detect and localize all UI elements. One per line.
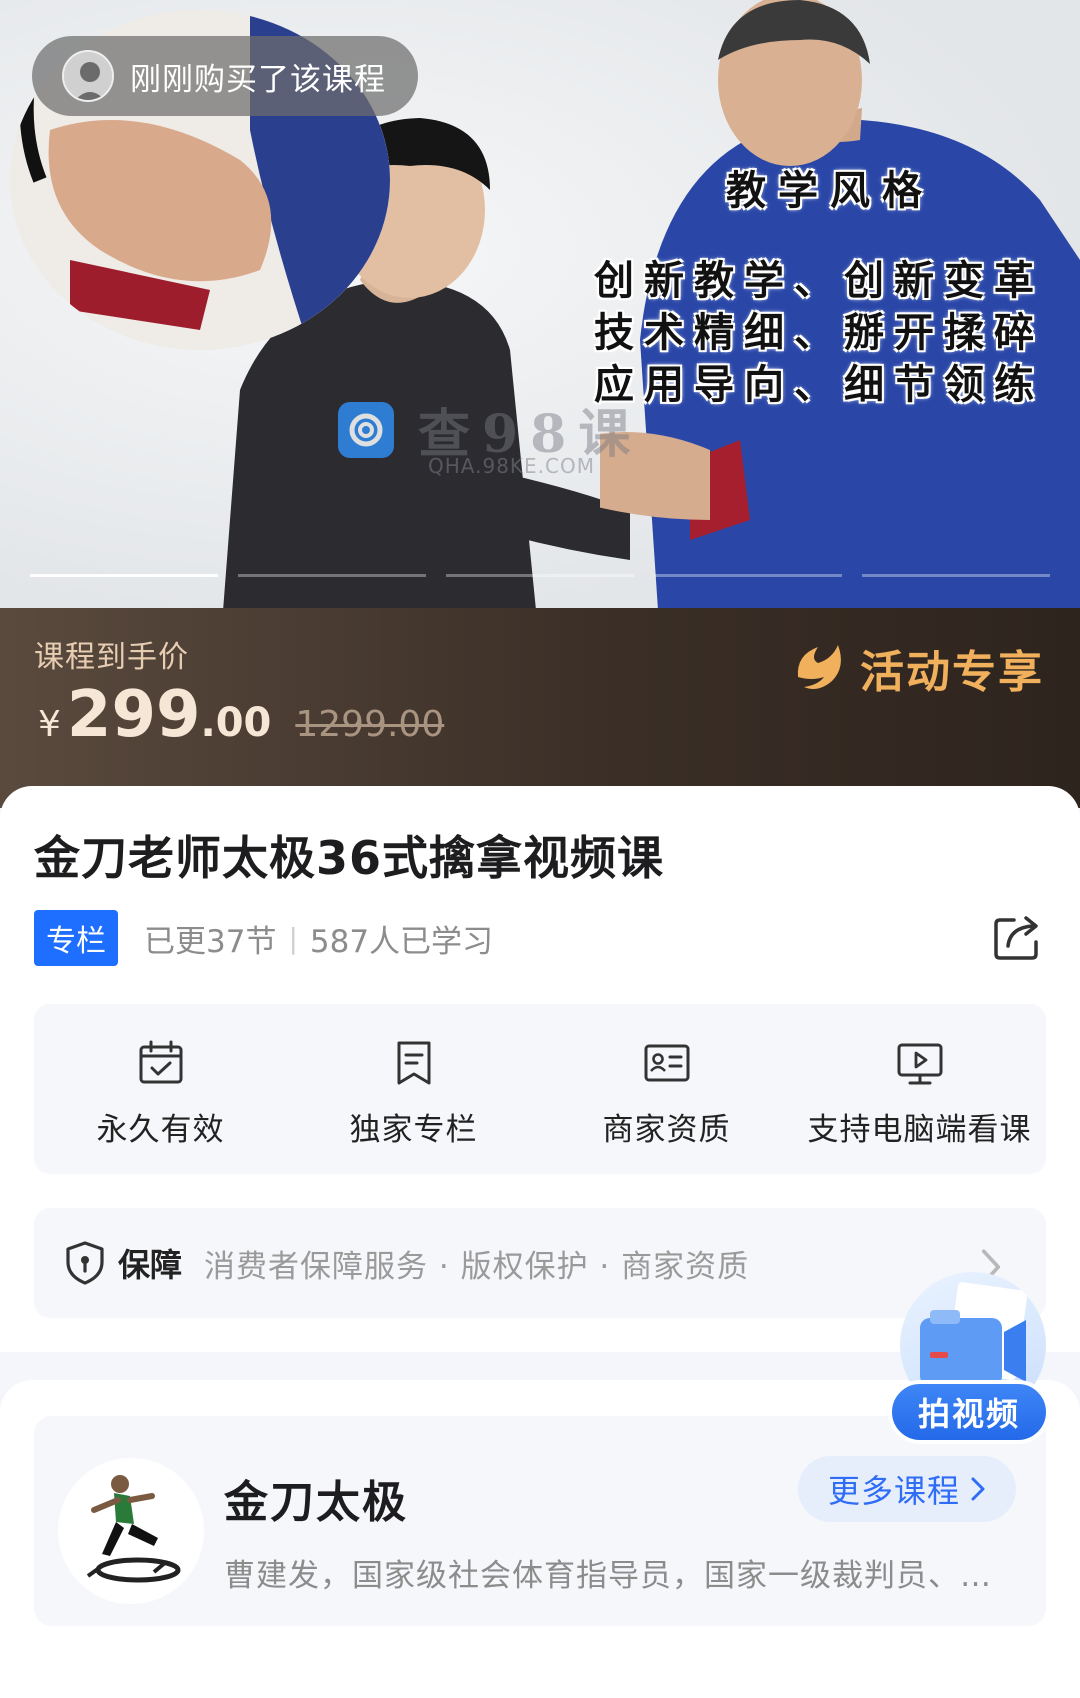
watermark-logo-icon: [338, 401, 394, 458]
id-card-icon: [644, 1044, 689, 1082]
feature-label: 支持电脑端看课: [807, 1112, 1032, 1148]
buyer-avatar: [62, 50, 114, 102]
share-icon[interactable]: [992, 910, 1044, 962]
feature-strip: 永久有效 独家专栏 商家资质 支持电脑端看课: [34, 1004, 1046, 1174]
learner-count: 587人已学习: [309, 923, 494, 960]
teaching-style-title: 教学风格: [726, 167, 934, 214]
carousel-indicator-3[interactable]: [446, 574, 634, 577]
record-video-fab[interactable]: 拍视频: [884, 1268, 1054, 1448]
price-banner: 课程到手价 ¥ 299 .00 1299.00 活动专享: [0, 608, 1080, 808]
feature-permanent[interactable]: 永久有效: [34, 1004, 287, 1174]
recent-purchase-text: 刚刚购买了该课程: [130, 61, 386, 98]
price-row: ¥ 299 .00 1299.00: [38, 678, 444, 752]
activity-badge: 活动专享: [788, 636, 1044, 700]
watermark: 查98课 QHA.98KE.COM: [338, 392, 642, 478]
calendar-check-icon: [139, 1040, 182, 1084]
price-integer: 299: [66, 678, 201, 752]
price-label: 课程到手价: [34, 640, 189, 675]
course-title: 金刀老师太极36式擒拿视频课: [34, 831, 665, 885]
feature-label: 永久有效: [96, 1112, 225, 1148]
update-count: 已更37节: [144, 923, 277, 960]
course-meta-row: 专栏 已更37节 | 587人已学习: [34, 910, 493, 966]
carousel-indicator-2[interactable]: [238, 574, 426, 577]
shop-name[interactable]: 金刀太极: [224, 1466, 408, 1530]
carousel-indicators: [30, 574, 1050, 577]
price-decimal: .00: [200, 700, 272, 746]
guarantee-items: 消费者保障服务 · 版权保护 · 商家资质: [204, 1248, 750, 1285]
activity-label: 活动专享: [860, 647, 1044, 698]
watermark-url: QHA.98KE.COM: [428, 454, 595, 478]
monitor-play-icon: [897, 1043, 942, 1085]
more-courses-label: 更多课程: [827, 1472, 960, 1510]
shop-description: 曹建发，国家级社会体育指导员，国家一级裁判员、…: [224, 1558, 992, 1594]
original-price: 1299.00: [295, 704, 445, 745]
meta-separator: |: [288, 921, 298, 955]
record-video-label: 拍视频: [888, 1380, 1050, 1444]
column-tag: 专栏: [34, 910, 118, 966]
activity-swoosh-icon: [797, 645, 841, 689]
shield-icon: [66, 1241, 104, 1285]
teaching-style-line-2: 技术精细、掰开揉碎: [594, 309, 1044, 356]
carousel-indicator-5[interactable]: [862, 574, 1050, 577]
chevron-right-icon: [971, 1477, 985, 1501]
feature-desktop-viewing[interactable]: 支持电脑端看课: [793, 1004, 1046, 1174]
carousel-indicator-4[interactable]: [654, 574, 842, 577]
feature-label: 商家资质: [602, 1112, 731, 1148]
course-detail-page: 刚刚购买了该课程 教学风格 创新教学、创新变革 技术精细、掰开揉碎 应用导向、细…: [0, 0, 1080, 1698]
teaching-style-line-3: 应用导向、细节领练: [594, 361, 1044, 408]
recent-purchase-toast: 刚刚购买了该课程: [32, 36, 418, 116]
bookmark-doc-icon: [397, 1041, 430, 1085]
hero-carousel[interactable]: 刚刚购买了该课程 教学风格 创新教学、创新变革 技术精细、掰开揉碎 应用导向、细…: [0, 0, 1080, 620]
more-courses-button[interactable]: 更多课程: [798, 1456, 1016, 1522]
price-currency: ¥: [38, 704, 61, 745]
carousel-indicator-1[interactable]: [30, 574, 218, 577]
feature-merchant-qualification[interactable]: 商家资质: [540, 1004, 793, 1174]
feature-label: 独家专栏: [349, 1112, 478, 1148]
guarantee-title: 保障: [118, 1246, 183, 1284]
teaching-style-line-1: 创新教学、创新变革: [594, 257, 1044, 304]
shop-avatar[interactable]: [58, 1458, 204, 1604]
feature-exclusive-column[interactable]: 独家专栏: [287, 1004, 540, 1174]
